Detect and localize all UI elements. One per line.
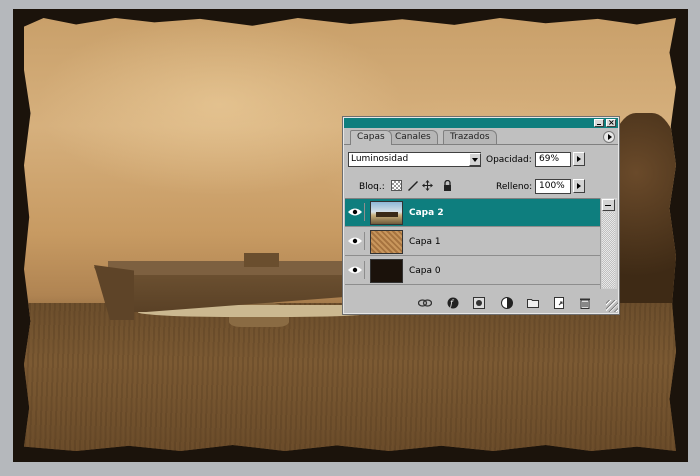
tab-capas[interactable]: Capas — [350, 130, 392, 145]
layer-name[interactable]: Capa 1 — [409, 237, 441, 247]
layer-scrollbar[interactable] — [600, 198, 617, 289]
opacity-slider-toggle[interactable] — [573, 152, 585, 166]
boat-seat — [244, 253, 279, 267]
new-layer-icon[interactable] — [553, 297, 565, 309]
layer-row-capa-0[interactable]: Capa 0 — [345, 257, 600, 285]
layer-list: Capa 2 Capa 1 Capa 0 — [345, 198, 600, 290]
lock-label: Bloq.: — [359, 182, 385, 192]
layers-panel: × Capas Canales Trazados Luminosidad Opa… — [342, 116, 620, 315]
layer-row-capa-1[interactable]: Capa 1 — [345, 228, 600, 256]
close-button[interactable]: × — [606, 118, 616, 127]
tab-trazados[interactable]: Trazados — [443, 130, 497, 144]
fill-slider-toggle[interactable] — [573, 179, 585, 193]
adjustment-layer-icon[interactable] — [501, 297, 513, 309]
layer-mask-icon[interactable] — [473, 297, 485, 309]
opacity-field[interactable]: 69% — [535, 152, 571, 167]
tab-strip: Capas Canales Trazados — [344, 128, 618, 145]
opacity-label: Opacidad: — [486, 155, 532, 165]
layer-thumbnail — [370, 259, 403, 283]
lock-all-icon[interactable] — [442, 179, 453, 191]
fill-label: Relleno: — [496, 182, 533, 192]
panel-bottom-bar: f — [344, 294, 618, 312]
layer-thumbnail — [370, 230, 403, 254]
trash-icon[interactable] — [579, 297, 591, 309]
layer-thumbnail — [370, 201, 403, 225]
layer-row-capa-2[interactable]: Capa 2 — [345, 199, 600, 227]
boat-stern — [94, 265, 134, 320]
resize-grip[interactable] — [606, 300, 618, 312]
chevron-down-icon[interactable] — [469, 153, 481, 166]
panel-menu-icon[interactable] — [603, 131, 615, 143]
link-icon[interactable] — [417, 297, 433, 309]
visibility-eye-icon[interactable] — [347, 261, 365, 279]
lock-move-icon[interactable] — [422, 180, 433, 191]
tab-canales[interactable]: Canales — [388, 130, 438, 144]
boat — [94, 253, 384, 328]
visibility-eye-icon[interactable] — [347, 232, 365, 250]
layer-name[interactable]: Capa 0 — [409, 266, 441, 276]
lock-brush-icon[interactable] — [407, 180, 418, 191]
lock-transparency-icon[interactable] — [391, 180, 402, 191]
fill-field[interactable]: 100% — [535, 179, 571, 194]
new-group-icon[interactable] — [527, 297, 539, 309]
layer-name[interactable]: Capa 2 — [409, 208, 444, 218]
visibility-eye-icon[interactable] — [347, 203, 365, 221]
panel-titlebar[interactable]: × — [344, 118, 618, 128]
blend-mode-select[interactable]: Luminosidad — [348, 152, 481, 167]
scroll-up-button[interactable] — [602, 199, 615, 211]
layer-style-icon[interactable]: f — [447, 297, 459, 309]
minimize-button[interactable] — [594, 119, 604, 127]
scroll-track[interactable] — [602, 212, 615, 288]
